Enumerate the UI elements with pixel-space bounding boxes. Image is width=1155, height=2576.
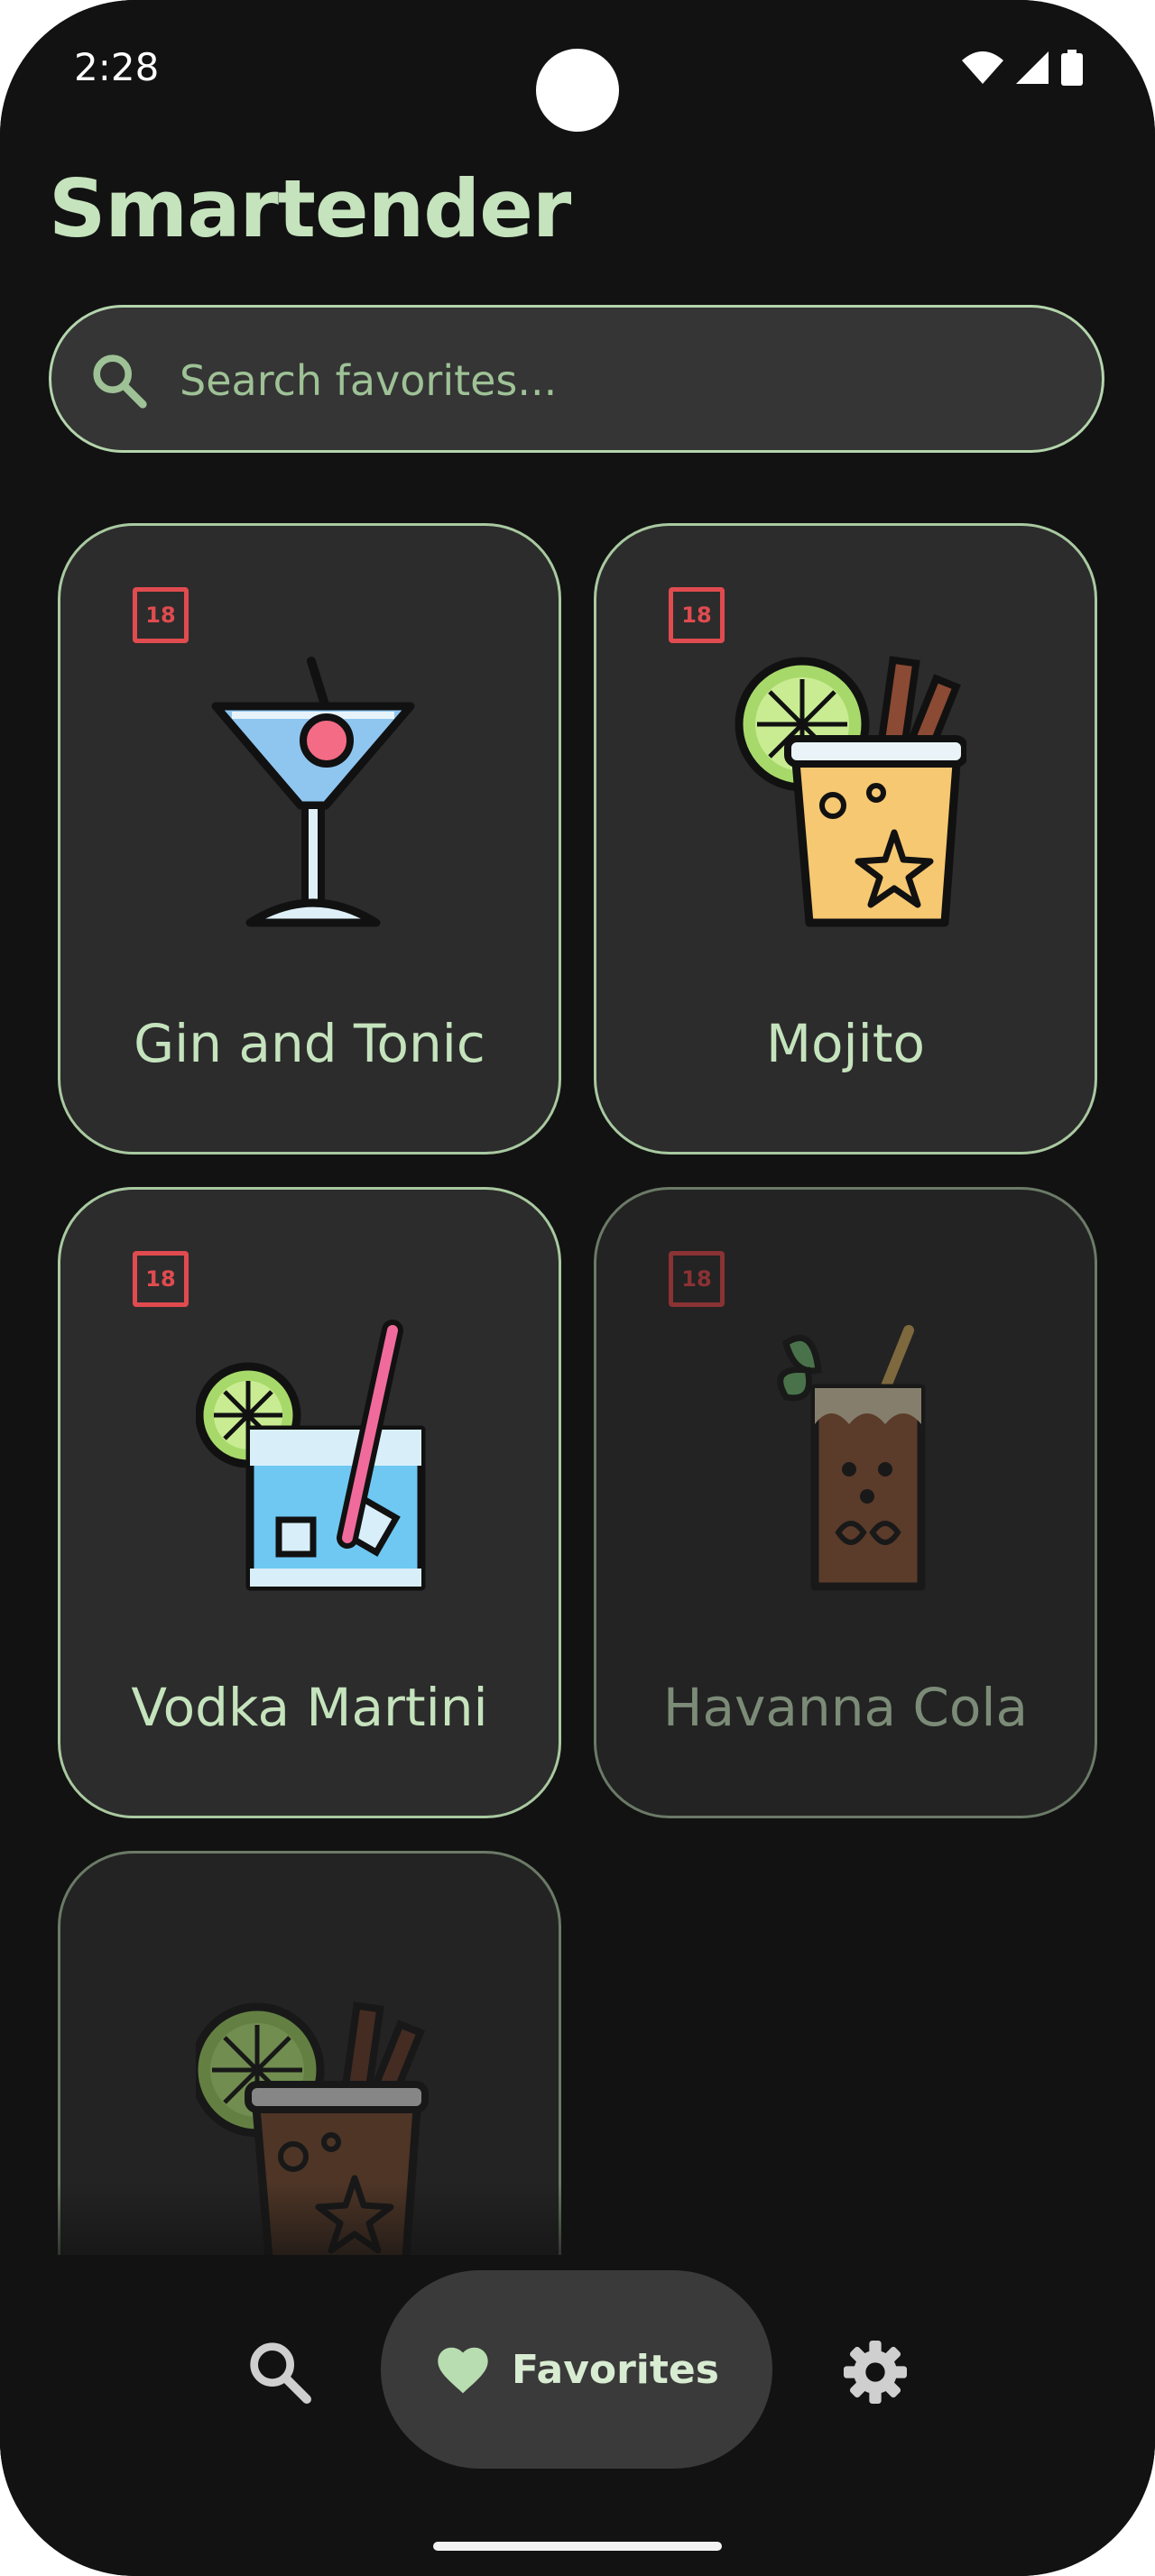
battery-icon — [1061, 50, 1083, 86]
nav-favorites-label: Favorites — [512, 2346, 719, 2393]
wifi-icon — [962, 51, 1003, 84]
gear-icon[interactable] — [839, 2336, 911, 2408]
search-input[interactable] — [178, 340, 1066, 421]
app-screen: 2:28 Smartender 18 Gin and Tonic 18 — [0, 0, 1155, 2576]
camera-cutout — [536, 49, 619, 132]
glass-ice-straw-icon — [196, 1320, 426, 1591]
status-time: 2:28 — [74, 45, 160, 89]
drink-name: Havanna Cola — [662, 1677, 1029, 1738]
search-icon — [93, 354, 147, 409]
age-18-badge: 18 — [133, 1251, 189, 1307]
nav-favorites[interactable]: Favorites — [381, 2270, 772, 2469]
heart-icon — [438, 2347, 488, 2394]
signal-icon — [1016, 51, 1049, 84]
drink-card[interactable]: 18 Havanna Cola — [594, 1187, 1097, 1818]
app-title: Smartender — [49, 162, 571, 255]
martini-glass-icon — [211, 657, 415, 927]
drink-card[interactable]: 18 Mojito — [594, 523, 1097, 1155]
status-icons — [962, 50, 1083, 86]
status-bar: 2:28 — [0, 0, 1155, 135]
drink-card[interactable]: 18 Vodka Martini — [58, 1187, 561, 1818]
cola-glass-mint-icon — [777, 1325, 926, 1591]
drink-name: Mojito — [766, 1013, 925, 1074]
bottom-navigation: Favorites — [0, 2255, 1155, 2507]
cocktail-lime-cinnamon-icon — [735, 656, 966, 927]
drink-name: Gin and Tonic — [134, 1013, 485, 1074]
phone-frame: 2:28 Smartender 18 Gin and Tonic 18 — [0, 0, 1155, 2576]
search-icon[interactable] — [244, 2336, 316, 2408]
drink-card[interactable]: 18 Gin and Tonic — [58, 523, 561, 1155]
home-indicator[interactable] — [433, 2542, 722, 2551]
search-bar[interactable] — [49, 305, 1104, 453]
age-18-badge: 18 — [669, 1251, 725, 1307]
age-18-badge: 18 — [669, 587, 725, 643]
age-18-badge: 18 — [133, 587, 189, 643]
drink-name: Vodka Martini — [131, 1677, 488, 1738]
